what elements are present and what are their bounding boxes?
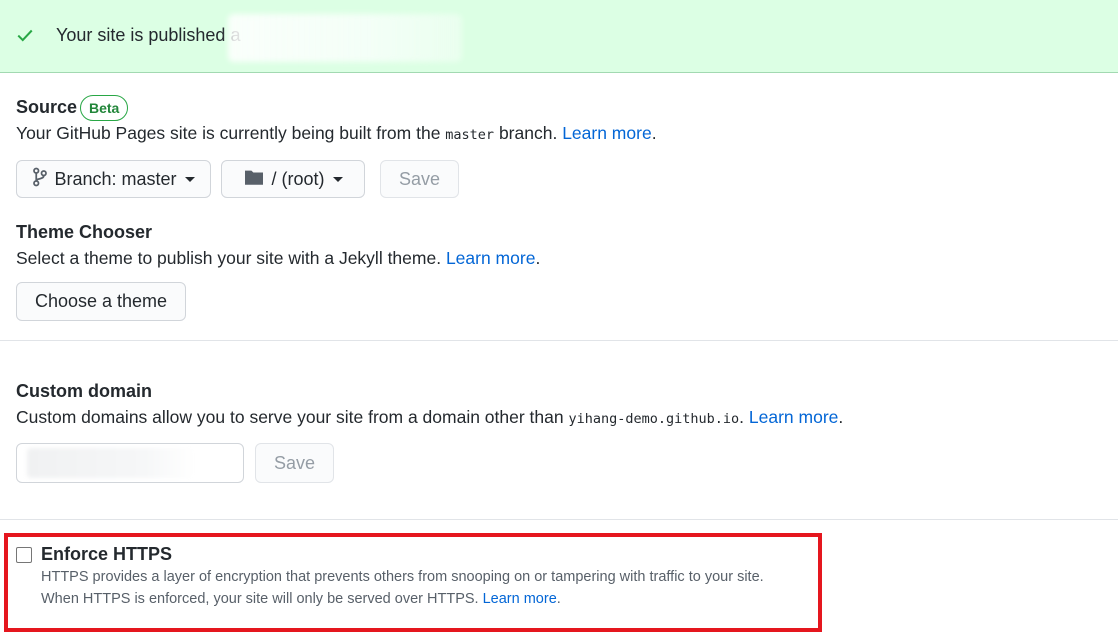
folder-select-button[interactable]: / (root) [221, 160, 365, 198]
custom-domain-save-button[interactable]: Save [255, 443, 334, 483]
theme-title: Theme Chooser [16, 222, 153, 242]
success-banner: Your site is published a [0, 0, 1118, 73]
custom-domain-title: Custom domain [16, 381, 153, 401]
https-learn-more-link[interactable]: Learn more [483, 591, 557, 607]
chevron-down-icon [184, 176, 195, 182]
enforce-https-title: Enforce HTTPS [41, 544, 173, 564]
folder-select-label: / (root) [271, 168, 325, 189]
branch-icon [32, 167, 48, 192]
folder-icon [243, 168, 265, 191]
custom-domain-learn-more-link[interactable]: Learn more [749, 407, 839, 427]
chevron-down-icon [332, 176, 343, 182]
theme-learn-more-link[interactable]: Learn more [446, 248, 536, 268]
redacted-url [228, 14, 462, 62]
section-divider [0, 519, 1118, 520]
check-icon [16, 26, 34, 49]
source-description: Your GitHub Pages site is currently bein… [16, 123, 657, 143]
domain-code: yihang-demo.github.io [568, 411, 740, 427]
theme-description: Select a theme to publish your site with… [16, 248, 541, 268]
redacted-domain [27, 448, 195, 478]
branch-select-button[interactable]: Branch: master [16, 160, 211, 198]
https-description-line2: When HTTPS is enforced, your site will o… [41, 591, 561, 607]
custom-domain-input[interactable] [16, 443, 244, 483]
branch-select-label: Branch: master [54, 168, 177, 189]
custom-domain-description: Custom domains allow you to serve your s… [16, 407, 844, 427]
section-divider [0, 340, 1118, 341]
source-title: Source [16, 97, 78, 117]
enforce-https-checkbox[interactable] [16, 547, 32, 563]
https-description-line1: HTTPS provides a layer of encryption tha… [41, 569, 764, 585]
source-save-button[interactable]: Save [380, 160, 459, 198]
branch-code: master [445, 127, 495, 143]
beta-badge: Beta [80, 95, 129, 121]
banner-message: Your site is published a [56, 25, 241, 45]
choose-theme-button[interactable]: Choose a theme [16, 282, 186, 321]
source-learn-more-link[interactable]: Learn more [562, 123, 652, 143]
